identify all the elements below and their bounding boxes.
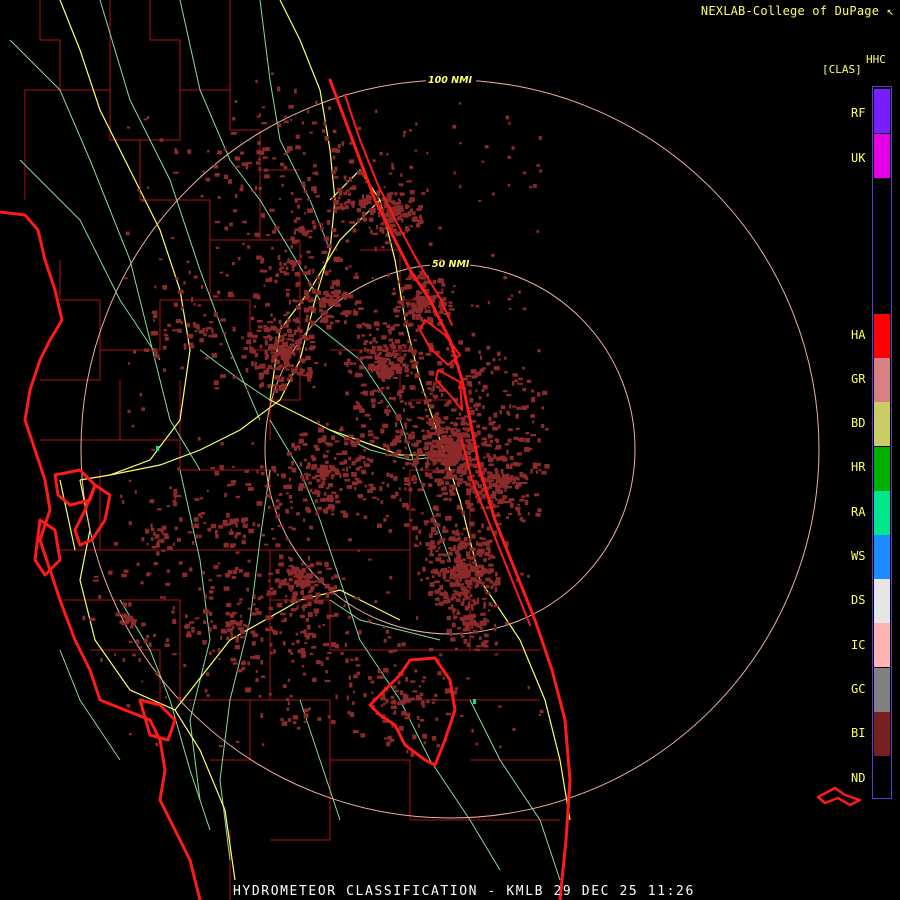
legend-swatch-hr [874,447,890,491]
legend-label-ws: WS [851,549,866,563]
legend-label-gr: GR [851,372,866,386]
legend-swatch-ic [874,623,890,667]
legend-swatch-ds [874,579,890,623]
legend-label-ha: HA [851,328,866,342]
legend-swatch-bi [874,712,890,756]
legend-swatch-gc [874,668,890,712]
product-footer: HYDROMETEOR CLASSIFICATION - KMLB 29 DEC… [233,884,695,899]
legend-swatch-gr [874,358,890,402]
legend-label-rf: RF [851,106,866,120]
county-boundaries [24,0,560,900]
legend-swatch-ra [874,491,890,535]
legend-label-nd: ND [851,771,866,785]
legend-label-bi: BI [851,726,866,740]
legend-label-ds: DS [851,593,866,607]
coastline [0,78,862,900]
cursor-icon: ↖ [886,4,894,18]
legend-label-gc: GC [851,682,866,696]
legend-swatch-ws [874,535,890,579]
legend-code: [CLAS] [822,63,862,76]
legend-swatch-bd [874,402,890,446]
legend-label-bd: BD [851,416,866,430]
legend-product: HHC [866,53,886,66]
legend-label-uk: UK [851,151,866,165]
range-ring-label-50: 50 NMI [432,259,470,270]
legend-swatch-rf [874,89,890,133]
radar-map: 100 NMI 50 NMI [0,0,862,900]
biological-echoes [82,72,550,757]
legend-label-ic: IC [851,638,866,652]
legend-swatch-ha [874,314,890,358]
legend-label-ra: RA [851,505,866,519]
credit-label: NEXLAB-College of DuPage ↖ [700,4,894,18]
legend-label-hr: HR [851,460,866,474]
color-legend-bar [872,86,892,799]
legend-swatch-uk [874,134,890,178]
radar-display: 100 NMI 50 NMI NEXLAB-College of DuPage … [0,0,900,900]
range-ring-label-100: 100 NMI [428,75,473,86]
